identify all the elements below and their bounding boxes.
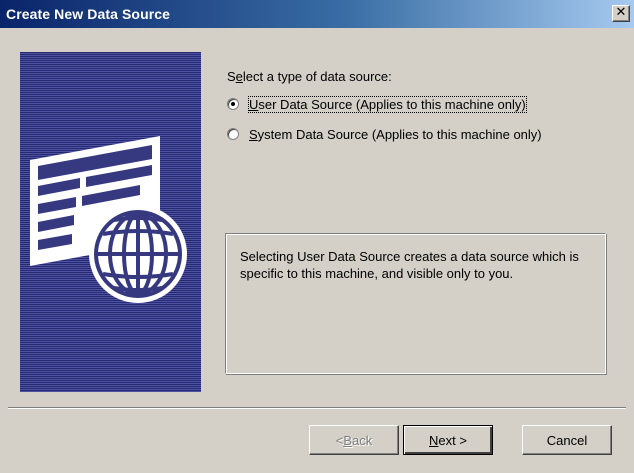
- user-data-source-label[interactable]: User Data Source (Applies to this machin…: [248, 95, 527, 113]
- user-data-source-option[interactable]: User Data Source (Applies to this machin…: [227, 94, 527, 114]
- close-icon: ✕: [615, 5, 627, 20]
- back-button[interactable]: < Back: [309, 425, 399, 455]
- description-text: Selecting User Data Source creates a dat…: [240, 249, 579, 281]
- create-data-source-dialog: Create New Data Source ✕ Select a type o…: [0, 0, 634, 473]
- system-data-source-option[interactable]: System Data Source (Applies to this mach…: [227, 124, 542, 144]
- source-type-prompt: Select a type of data source:: [227, 69, 392, 84]
- globe-icon: [89, 205, 187, 303]
- window-title: Create New Data Source: [6, 6, 171, 22]
- system-data-source-label[interactable]: System Data Source (Applies to this mach…: [249, 127, 542, 142]
- description-box: Selecting User Data Source creates a dat…: [225, 233, 606, 374]
- title-bar[interactable]: Create New Data Source ✕: [0, 0, 634, 28]
- radio-selected-icon[interactable]: [227, 98, 239, 110]
- close-button[interactable]: ✕: [612, 5, 630, 22]
- wizard-side-graphic: [20, 52, 201, 392]
- button-separator: [8, 407, 626, 409]
- data-source-illustration: [30, 136, 187, 303]
- next-button[interactable]: Next >: [403, 425, 493, 455]
- cancel-button[interactable]: Cancel: [522, 425, 612, 455]
- radio-unselected-icon[interactable]: [227, 128, 239, 140]
